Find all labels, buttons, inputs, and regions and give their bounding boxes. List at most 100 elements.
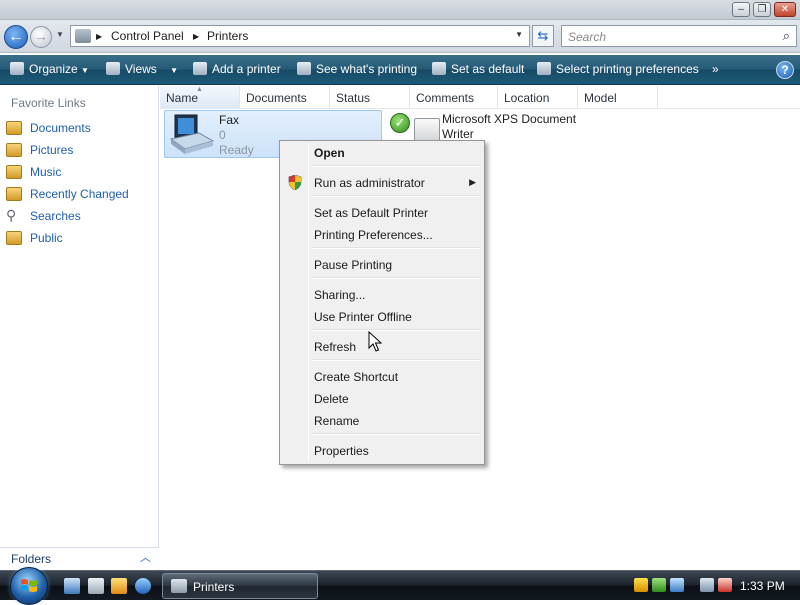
menu-item-sharing[interactable]: Sharing... (282, 284, 482, 306)
address-bar[interactable]: ▶ Control Panel ▶ Printers ▼ (70, 25, 530, 47)
set-as-default-button[interactable]: Set as default (432, 62, 524, 76)
menu-item-label: Rename (314, 414, 360, 428)
menu-item-set-as-default-printer[interactable]: Set as Default Printer (282, 202, 482, 224)
menu-item-properties[interactable]: Properties (282, 440, 482, 462)
taskbar: Printers 1:33 PM (0, 567, 800, 605)
views-button[interactable]: Views ▼ (106, 62, 178, 76)
see-whats-printing-button[interactable]: See what's printing (297, 62, 417, 76)
column-header-label: Model (584, 91, 617, 105)
breadcrumb-separator-icon[interactable]: ▶ (96, 32, 102, 41)
printer-name-line-1: Microsoft XPS Document (442, 112, 577, 126)
menu-item-run-as-administrator[interactable]: Run as administrator ▶ (282, 172, 482, 194)
select-prefs-label: Select printing preferences (556, 62, 699, 76)
fax-printer-icon (169, 114, 215, 154)
windows-sidebar-icon[interactable] (670, 578, 684, 592)
system-tray: 1:33 PM (628, 571, 800, 601)
favorite-link-label: Music (30, 165, 62, 179)
organize-icon (10, 62, 24, 75)
address-dropdown-icon[interactable]: ▼ (515, 30, 523, 39)
menu-item-label: Refresh (314, 340, 357, 354)
column-header-documents[interactable]: Documents (240, 86, 330, 109)
volume-muted-icon[interactable] (718, 578, 732, 592)
help-icon[interactable]: ? (776, 61, 794, 79)
menu-item-delete[interactable]: Delete (282, 388, 482, 410)
organize-button[interactable]: Organize ▼ (10, 62, 89, 76)
menu-item-label: Delete (314, 392, 349, 406)
favorite-link-searches[interactable]: ⚲ Searches (6, 207, 156, 227)
menu-separator (312, 359, 480, 361)
menu-item-use-printer-offline[interactable]: Use Printer Offline (282, 306, 482, 328)
chevron-down-icon: ▼ (81, 66, 89, 75)
folders-label: Folders (11, 552, 52, 566)
quick-launch-ie-icon[interactable] (64, 578, 80, 594)
column-header-label: Comments (416, 91, 475, 105)
breadcrumb-printers[interactable]: Printers (207, 29, 248, 43)
column-header-model[interactable]: Model (578, 86, 658, 109)
favorite-link-public[interactable]: Public (6, 229, 156, 249)
select-printing-preferences-button[interactable]: Select printing preferences (537, 62, 699, 76)
column-header-comments[interactable]: Comments (410, 86, 498, 109)
favorite-link-pictures[interactable]: Pictures (6, 141, 156, 161)
update-icon[interactable] (652, 578, 666, 592)
recently-changed-icon (6, 187, 22, 201)
menu-item-printing-preferences[interactable]: Printing Preferences... (282, 224, 482, 246)
favorite-link-label: Documents (30, 121, 91, 135)
favorite-link-documents[interactable]: Documents (6, 119, 156, 139)
quick-launch-switch-windows-icon[interactable] (88, 578, 104, 594)
add-printer-button[interactable]: Add a printer (193, 62, 281, 76)
menu-item-label: Use Printer Offline (314, 310, 412, 324)
column-header: Name ▲ Documents Status Comments Locatio… (160, 86, 800, 109)
navigation-bar: ← → ▼ ▶ Control Panel ▶ Printers ▼ ⇆ Sea… (0, 20, 800, 53)
favorite-links-heading: Favorite Links (11, 96, 86, 110)
printer-document-count: 0 (219, 128, 226, 142)
menu-item-refresh[interactable]: Refresh (282, 336, 482, 358)
breadcrumb-control-panel[interactable]: Control Panel (111, 29, 184, 43)
clock[interactable]: 1:33 PM (740, 579, 785, 593)
start-button[interactable] (10, 567, 48, 605)
menu-item-create-shortcut[interactable]: Create Shortcut (282, 366, 482, 388)
favorite-link-music[interactable]: Music (6, 163, 156, 183)
organize-label: Organize (29, 62, 78, 76)
menu-separator (312, 329, 480, 331)
quick-launch-media-player-icon[interactable] (111, 578, 127, 594)
title-bar: – ❐ ✕ (0, 0, 800, 20)
quick-launch-internet-explorer-icon[interactable] (135, 578, 151, 594)
menu-item-open[interactable]: Open (282, 142, 482, 164)
refresh-icon[interactable]: ⇆ (532, 25, 554, 47)
minimize-button[interactable]: – (732, 2, 750, 17)
back-button[interactable]: ← (4, 25, 28, 49)
add-printer-icon (193, 62, 207, 75)
column-header-location[interactable]: Location (498, 86, 578, 109)
column-header-status[interactable]: Status (330, 86, 410, 109)
menu-item-label: Set as Default Printer (314, 206, 429, 220)
close-button[interactable]: ✕ (774, 2, 796, 17)
views-icon (106, 62, 120, 75)
search-icon[interactable]: ⌕ (783, 28, 790, 44)
menu-item-label: Run as administrator (314, 176, 425, 190)
column-header-name[interactable]: Name ▲ (160, 86, 240, 109)
taskbar-button-printers[interactable]: Printers (162, 573, 318, 599)
favorite-link-recently-changed[interactable]: Recently Changed (6, 185, 156, 205)
command-bar: Organize ▼ Views ▼ Add a printer See wha… (0, 55, 800, 85)
set-default-label: Set as default (451, 62, 525, 76)
security-alert-icon[interactable] (634, 578, 648, 592)
more-commands-button[interactable]: » (712, 62, 719, 76)
recent-pages-dropdown[interactable]: ▼ (56, 29, 66, 41)
breadcrumb-separator-icon[interactable]: ▶ (193, 32, 199, 41)
menu-item-pause-printing[interactable]: Pause Printing (282, 254, 482, 276)
forward-button[interactable]: → (30, 26, 52, 48)
default-printer-check-icon: ✓ (390, 113, 410, 133)
menu-item-rename[interactable]: Rename (282, 410, 482, 432)
context-menu: Open Run as administrator ▶ Set as Defau… (279, 140, 485, 465)
network-icon[interactable] (700, 578, 714, 592)
search-input[interactable]: Search ⌕ (561, 25, 797, 47)
menu-item-label: Printing Preferences... (314, 228, 433, 242)
menu-item-label: Pause Printing (314, 258, 393, 272)
printer-name: Fax (219, 113, 240, 127)
folders-toggle[interactable]: Folders ︿ (0, 547, 159, 569)
maximize-button[interactable]: ❐ (753, 2, 771, 17)
menu-item-label: Open (314, 146, 345, 160)
favorite-link-label: Searches (30, 209, 81, 223)
column-header-label: Status (336, 91, 371, 105)
chevron-down-icon: ▼ (170, 66, 179, 75)
